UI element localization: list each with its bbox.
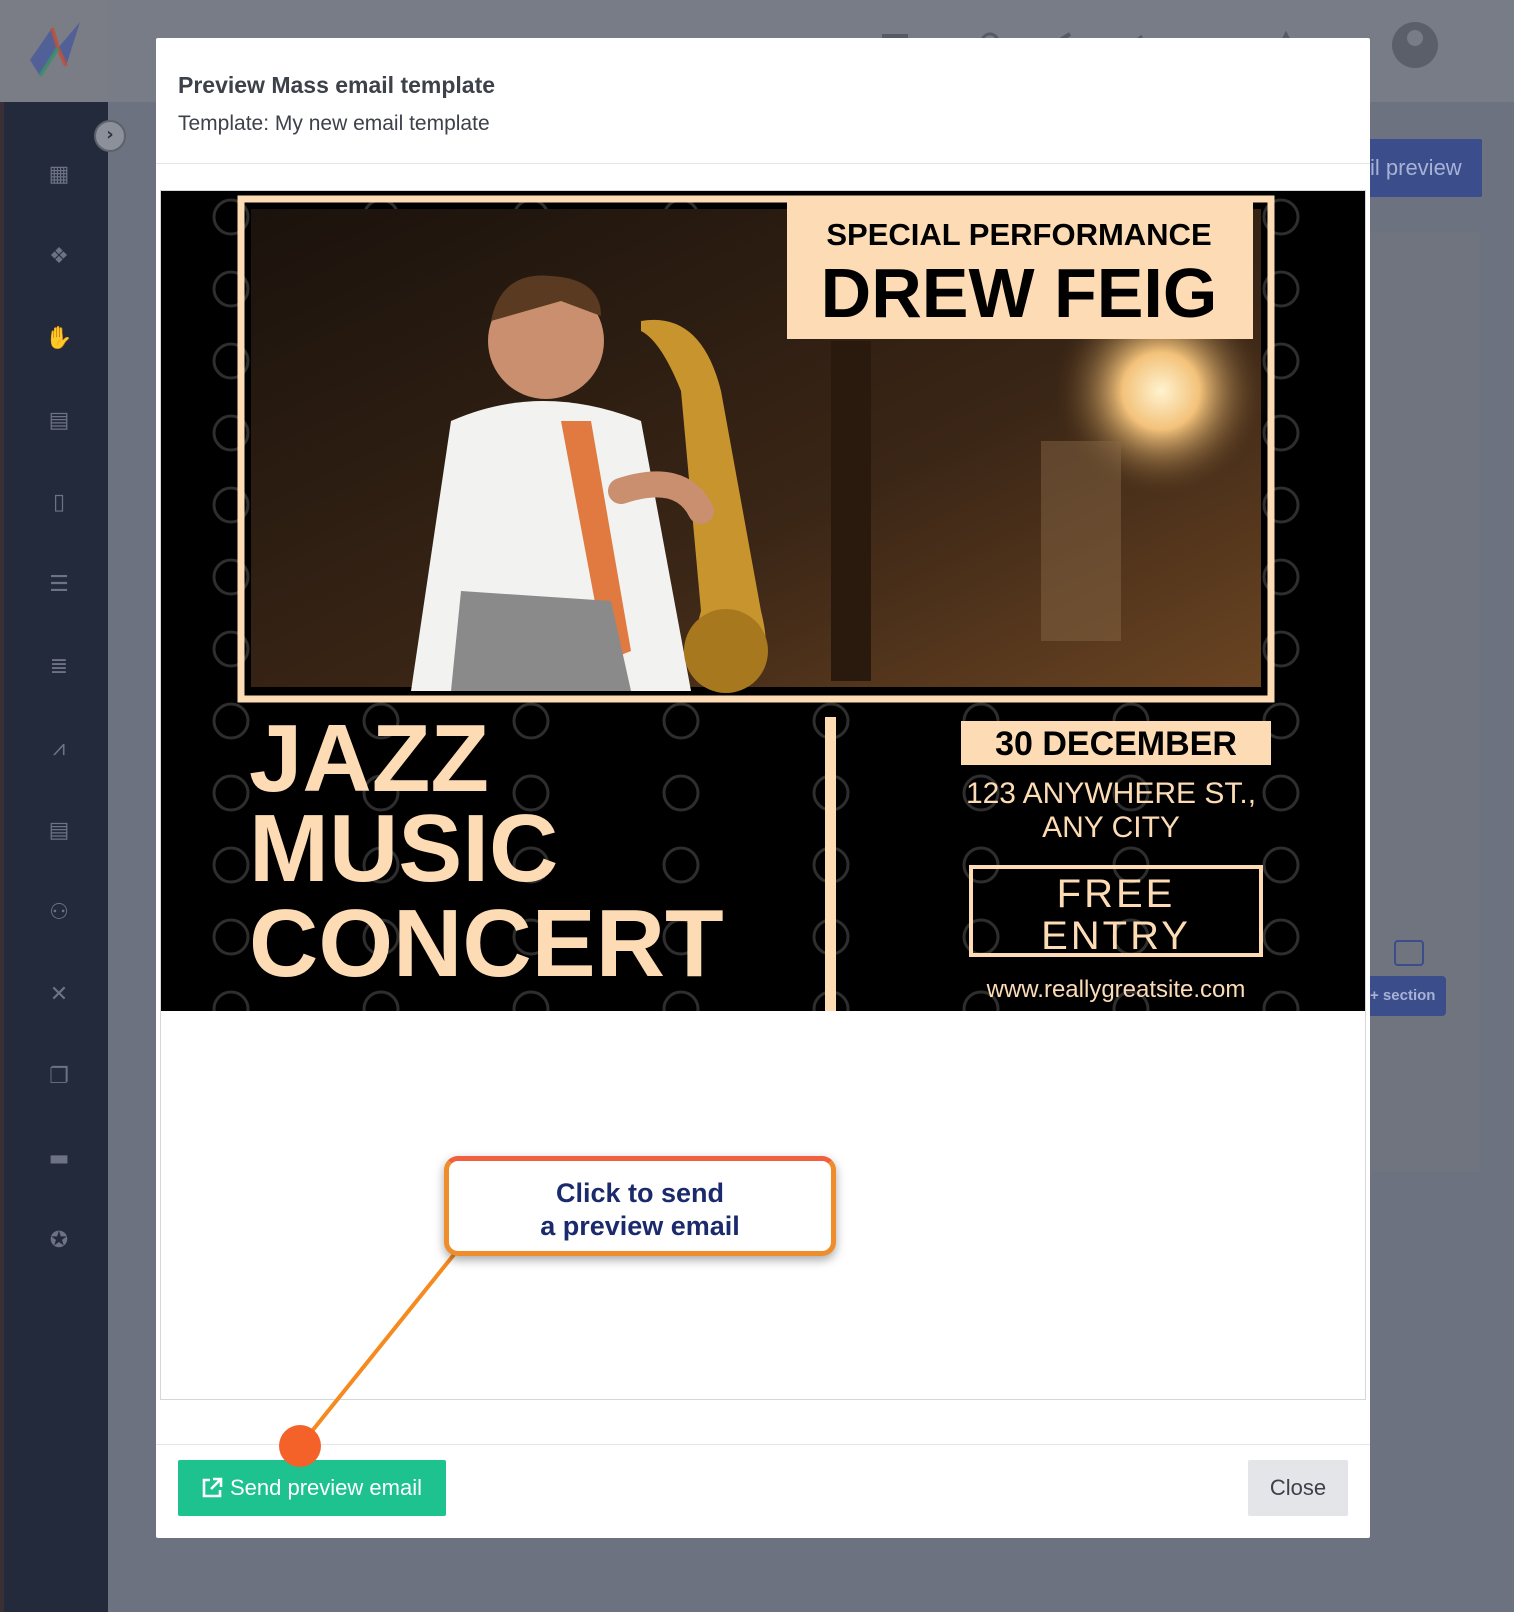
callout-box: Click to send a preview email: [444, 1156, 836, 1256]
flyer-entry-line-1: FREE: [1057, 872, 1176, 916]
lifebuoy-icon[interactable]: ✪: [44, 1226, 74, 1256]
sidebar-collapse-button[interactable]: ›: [94, 120, 126, 152]
modal-header: Preview Mass email template Template: My…: [156, 38, 1370, 164]
flyer-overline: SPECIAL PERFORMANCE: [826, 217, 1211, 252]
sofa-icon[interactable]: ▬: [44, 1144, 74, 1174]
app-logo[interactable]: [0, 0, 108, 102]
flyer-event-line-2: MUSIC: [249, 795, 558, 902]
calendar-star-icon[interactable]: ▦: [44, 160, 74, 190]
chart-line-icon[interactable]: ⩘: [44, 734, 74, 764]
flyer-entry-line-2: ENTRY: [1041, 914, 1191, 958]
flyer-address-line-1: 123 ANYWHERE ST.,: [966, 777, 1256, 810]
sidebar: ▦ ❖ ✋ ▤ ▯ ☰ ≣ ⩘ ▤ ⚇ ✕ ❐ ▬ ✪: [0, 102, 108, 1612]
callout-text-line-2: a preview email: [540, 1211, 740, 1241]
send-preview-email-button[interactable]: Send preview email: [178, 1460, 446, 1516]
preview-modal: Preview Mass email template Template: My…: [156, 38, 1370, 1538]
campaign-list-icon[interactable]: ≣: [44, 652, 74, 682]
send-preview-email-label: Send preview email: [230, 1475, 422, 1500]
close-button[interactable]: Close: [1248, 1460, 1348, 1516]
user-avatar[interactable]: [1392, 22, 1438, 68]
cubes-icon[interactable]: ❖: [44, 242, 74, 272]
id-card-icon[interactable]: ▤: [44, 406, 74, 436]
modal-subtitle: Template: My new email template: [178, 112, 490, 135]
flyer-date: 30 DECEMBER: [995, 725, 1237, 763]
checklist-icon[interactable]: ☰: [44, 570, 74, 600]
flyer-headline: DREW FEIG: [821, 254, 1218, 332]
concert-flyer-image: SPECIAL PERFORMANCE DREW FEIG JAZZ MUSIC…: [161, 191, 1365, 1011]
documents-icon[interactable]: ❐: [44, 1062, 74, 1092]
people-icon[interactable]: ⚇: [44, 898, 74, 928]
hand-icon[interactable]: ✋: [44, 324, 74, 354]
invoice-icon[interactable]: ▯: [44, 488, 74, 518]
flyer-event-line-3: CONCERT: [249, 890, 724, 997]
modal-title: Preview Mass email template: [178, 72, 496, 98]
contact-card-icon[interactable]: ▤: [44, 816, 74, 846]
more-vertical-icon: [1394, 940, 1424, 966]
tools-icon[interactable]: ✕: [44, 980, 74, 1010]
modal-footer-divider: [156, 1444, 1370, 1445]
flyer-website: www.reallygreatsite.com: [986, 976, 1246, 1003]
external-link-icon: [202, 1477, 223, 1498]
flyer-address-line-2: ANY CITY: [1042, 811, 1180, 844]
callout-text-line-1: Click to send: [555, 1178, 725, 1208]
